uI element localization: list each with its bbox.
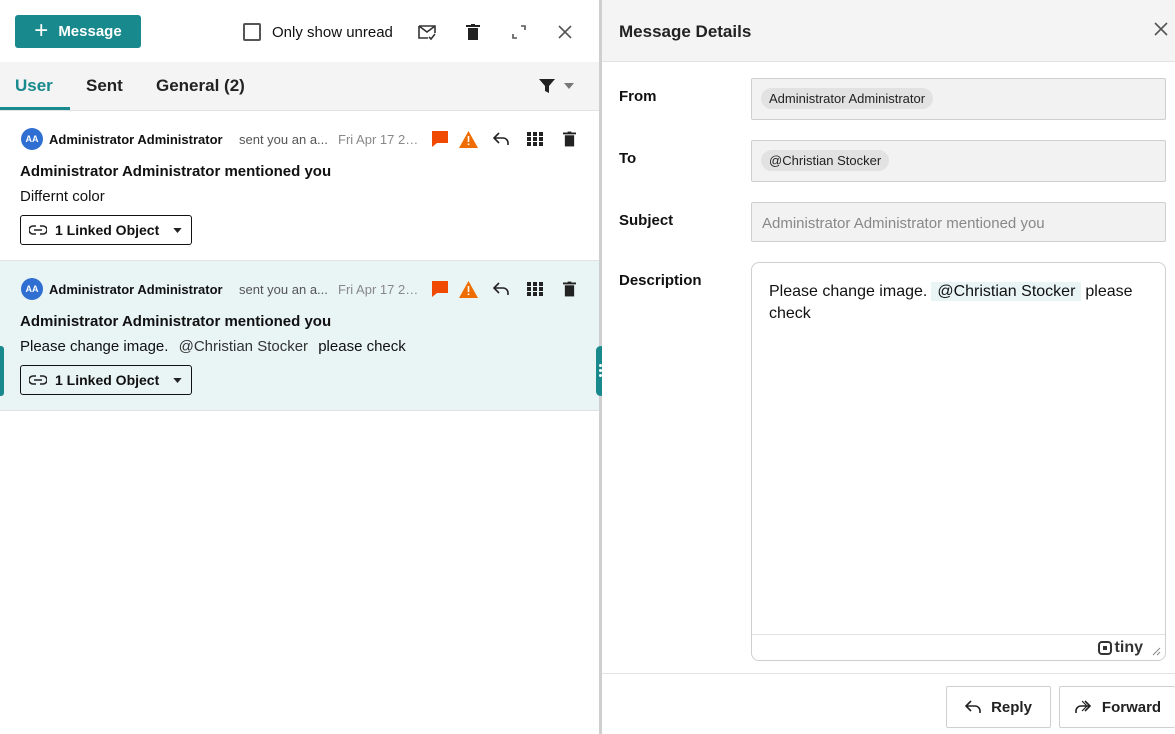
only-unread-label: Only show unread: [272, 23, 393, 41]
delete-icon[interactable]: [559, 279, 579, 299]
reply-button[interactable]: Reply: [946, 686, 1051, 728]
message-date: Fri Apr 17 202...: [338, 282, 422, 297]
description-mention: @Christian Stocker: [931, 282, 1082, 301]
tiny-icon: [1097, 641, 1112, 655]
warning-icon: [458, 129, 478, 149]
details-header: Message Details: [602, 0, 1175, 62]
tab-general[interactable]: General (2): [156, 76, 245, 96]
delete-icon[interactable]: [559, 129, 579, 149]
left-resize-handle[interactable]: [0, 346, 4, 396]
new-message-label: Message: [58, 23, 122, 40]
message-tabs: User Sent General (2): [0, 62, 599, 111]
from-chip: Administrator Administrator: [761, 88, 934, 109]
message-body-text: Differnt color: [20, 188, 105, 205]
description-label: Description: [619, 272, 702, 289]
forward-label: Forward: [1101, 698, 1162, 716]
message-title: Administrator Administrator mentioned yo…: [20, 163, 332, 180]
reply-icon[interactable]: [491, 279, 511, 299]
subject-field: Administrator Administrator mentioned yo…: [751, 202, 1166, 242]
message-body-text: Please change image.: [20, 338, 169, 355]
linked-object-label: 1 Linked Object: [55, 222, 160, 238]
filter-icon: [539, 79, 555, 93]
plus-icon: +: [34, 16, 49, 44]
filter-dropdown[interactable]: [538, 77, 574, 95]
message-details-panel: Message Details From Administrator Admin…: [602, 0, 1175, 734]
avatar: AA: [21, 278, 43, 300]
linked-object-dropdown[interactable]: 1 Linked Object: [20, 365, 192, 395]
only-unread-toggle[interactable]: Only show unread: [243, 23, 393, 41]
description-text: Please change image.: [769, 283, 928, 300]
message-header: AA Administrator Administrator sent you …: [21, 128, 591, 150]
delete-all-icon[interactable]: [463, 22, 483, 42]
description-editor[interactable]: Please change image. @Christian Stocker pl…: [751, 262, 1166, 661]
expand-icon[interactable]: [509, 22, 529, 42]
message-list-panel: + Message Only show unread User Sent Gen…: [0, 0, 599, 734]
only-unread-checkbox[interactable]: [243, 23, 261, 41]
warning-icon: [458, 279, 478, 299]
message-sender: Administrator Administrator: [49, 282, 223, 297]
to-chip: @Christian Stocker: [761, 150, 890, 171]
resize-grip-icon[interactable]: [1152, 647, 1161, 656]
close-icon[interactable]: [1154, 22, 1174, 42]
subject-value: Administrator Administrator mentioned yo…: [762, 215, 1045, 232]
new-message-button[interactable]: + Message: [15, 15, 141, 48]
from-field: Administrator Administrator: [751, 78, 1166, 120]
avatar: AA: [21, 128, 43, 150]
message-date: Fri Apr 17 202...: [338, 132, 422, 147]
mark-all-read-icon[interactable]: [417, 22, 437, 42]
from-label: From: [619, 88, 657, 105]
grid-icon[interactable]: [525, 279, 545, 299]
grid-icon[interactable]: [525, 129, 545, 149]
mention: @Christian Stocker: [178, 338, 309, 355]
chevron-down-icon: [173, 377, 182, 383]
comment-icon: [430, 129, 450, 149]
active-tab-indicator: [0, 107, 70, 110]
message-body: Please change image. @Christian Stocker …: [20, 338, 406, 355]
message-item[interactable]: AA Administrator Administrator sent you …: [0, 111, 599, 261]
forward-icon: [1075, 700, 1092, 713]
link-icon: [29, 225, 47, 235]
message-sender: Administrator Administrator: [49, 132, 223, 147]
list-toolbar: + Message Only show unread: [0, 0, 599, 62]
tiny-brand: tiny: [1114, 639, 1143, 656]
details-title: Message Details: [619, 22, 752, 41]
subject-label: Subject: [619, 212, 674, 229]
linked-object-dropdown[interactable]: 1 Linked Object: [20, 215, 192, 245]
message-item-selected[interactable]: AA Administrator Administrator sent you …: [0, 261, 599, 411]
details-footer: Reply Forward: [602, 673, 1175, 734]
reply-label: Reply: [991, 698, 1032, 716]
reply-icon: [965, 700, 981, 713]
messages-window: + Message Only show unread User Sent Gen…: [0, 0, 1175, 734]
description-content[interactable]: Please change image. @Christian Stocker pl…: [769, 281, 1149, 325]
editor-statusbar: tiny: [752, 634, 1165, 660]
link-icon: [29, 375, 47, 385]
tiny-logo[interactable]: tiny: [1097, 639, 1143, 657]
chevron-down-icon: [564, 83, 574, 89]
comment-icon: [430, 279, 450, 299]
message-header: AA Administrator Administrator sent you …: [21, 278, 591, 300]
message-body-after: please check: [318, 338, 406, 355]
message-action: sent you an a...: [239, 282, 328, 297]
linked-object-label: 1 Linked Object: [55, 372, 160, 388]
chevron-down-icon: [173, 227, 182, 233]
tab-sent[interactable]: Sent: [86, 76, 123, 96]
to-field: @Christian Stocker: [751, 140, 1166, 182]
message-body: Differnt color: [20, 188, 105, 205]
forward-button[interactable]: Forward: [1059, 686, 1175, 728]
tab-user[interactable]: User: [15, 76, 53, 96]
message-action: sent you an a...: [239, 132, 328, 147]
close-panel-icon[interactable]: [555, 22, 575, 42]
message-title: Administrator Administrator mentioned yo…: [20, 313, 332, 330]
reply-icon[interactable]: [491, 129, 511, 149]
to-label: To: [619, 150, 637, 167]
